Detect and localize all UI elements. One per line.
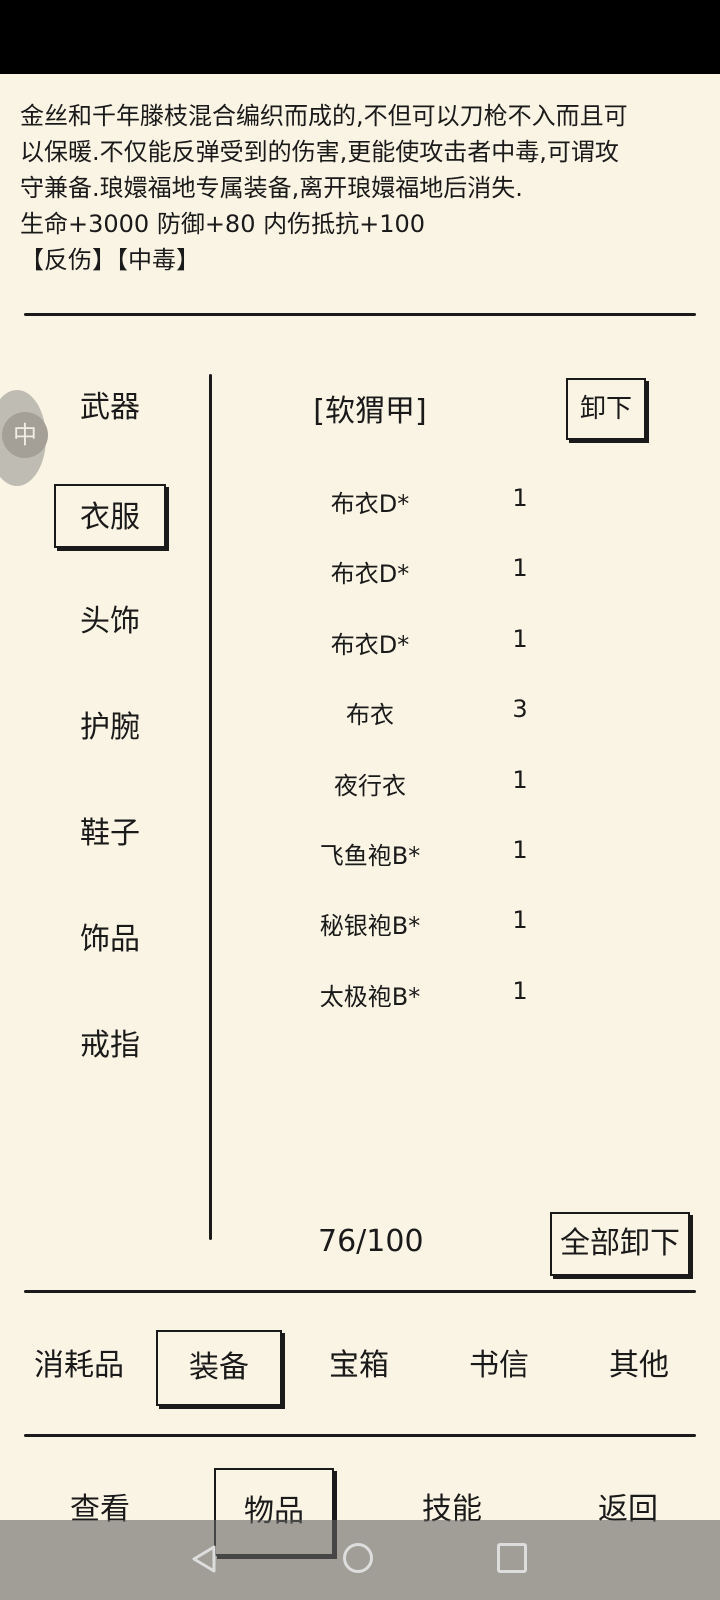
tab-other[interactable]: 其他 bbox=[576, 1330, 702, 1406]
item-qty: 3 bbox=[512, 695, 528, 723]
tab-chests[interactable]: 宝箱 bbox=[296, 1330, 422, 1406]
item-name: 布衣 bbox=[346, 701, 394, 729]
description-line: 以保暖.不仅能反弹受到的伤害,更能使攻击者中毒,可谓攻 bbox=[20, 138, 619, 166]
equipped-item-name: [软猬甲] bbox=[313, 394, 427, 429]
category-ring[interactable]: 戒指 bbox=[54, 1014, 166, 1078]
item-qty: 1 bbox=[512, 766, 528, 794]
home-circle-icon[interactable] bbox=[343, 1543, 373, 1573]
item-name: 夜行衣 bbox=[334, 772, 406, 800]
divider bbox=[24, 313, 696, 316]
list-item[interactable]: 飞鱼袍B* 1 bbox=[300, 836, 540, 876]
category-weapon[interactable]: 武器 bbox=[54, 376, 166, 440]
item-qty: 1 bbox=[512, 906, 528, 934]
unequip-button[interactable]: 卸下 bbox=[566, 378, 646, 440]
back-triangle-icon[interactable] bbox=[188, 1543, 220, 1575]
vertical-divider bbox=[209, 374, 212, 1240]
description-line: 金丝和千年滕枝混合编织而成的,不但可以刀枪不入而且可 bbox=[20, 102, 628, 130]
item-name: 秘银袍B* bbox=[319, 912, 421, 940]
status-bar bbox=[0, 0, 720, 74]
item-name: 飞鱼袍B* bbox=[319, 842, 421, 870]
tab-consumables[interactable]: 消耗品 bbox=[16, 1330, 142, 1406]
category-shoes[interactable]: 鞋子 bbox=[54, 802, 166, 866]
item-qty: 1 bbox=[512, 625, 528, 653]
description-stats: 生命+3000 防御+80 内伤抵抗+100 bbox=[20, 210, 426, 238]
description-effects: 【反伤】【中毒】 bbox=[20, 246, 200, 274]
category-accessory[interactable]: 饰品 bbox=[54, 908, 166, 972]
float-menu-icon: 中 bbox=[2, 412, 48, 458]
divider bbox=[24, 1434, 696, 1437]
item-name: 太极袍B* bbox=[319, 983, 421, 1011]
inventory-capacity: 76/100 bbox=[318, 1224, 424, 1259]
tab-letters[interactable]: 书信 bbox=[436, 1330, 562, 1406]
item-name: 布衣D* bbox=[330, 560, 410, 588]
list-item[interactable]: 布衣 3 bbox=[300, 695, 540, 735]
item-qty: 1 bbox=[512, 977, 528, 1005]
list-item[interactable]: 布衣D* 1 bbox=[300, 484, 540, 524]
category-clothes[interactable]: 衣服 bbox=[54, 484, 166, 548]
floating-assist-button[interactable]: 中 bbox=[0, 390, 48, 486]
item-qty: 1 bbox=[512, 484, 528, 512]
list-item[interactable]: 布衣D* 1 bbox=[300, 625, 540, 665]
list-item[interactable]: 夜行衣 1 bbox=[300, 766, 540, 806]
item-name: 布衣D* bbox=[330, 631, 410, 659]
tab-equipment[interactable]: 装备 bbox=[156, 1330, 282, 1406]
category-headwear[interactable]: 头饰 bbox=[54, 590, 166, 654]
item-qty: 1 bbox=[512, 554, 528, 582]
category-bracer[interactable]: 护腕 bbox=[54, 696, 166, 760]
divider bbox=[24, 1290, 696, 1293]
item-name: 布衣D* bbox=[330, 490, 410, 518]
list-item[interactable]: 太极袍B* 1 bbox=[300, 977, 540, 1017]
recent-square-icon[interactable] bbox=[497, 1543, 527, 1573]
system-navigation-bar bbox=[0, 1520, 720, 1600]
unequip-all-button[interactable]: 全部卸下 bbox=[550, 1212, 690, 1276]
list-item[interactable]: 秘银袍B* 1 bbox=[300, 906, 540, 946]
description-line: 守兼备.琅嬛福地专属装备,离开琅嬛福地后消失. bbox=[20, 174, 523, 202]
item-qty: 1 bbox=[512, 836, 528, 864]
item-description: 金丝和千年滕枝混合编织而成的,不但可以刀枪不入而且可 以保暖.不仅能反弹受到的伤… bbox=[20, 98, 700, 278]
list-item[interactable]: 布衣D* 1 bbox=[300, 554, 540, 594]
